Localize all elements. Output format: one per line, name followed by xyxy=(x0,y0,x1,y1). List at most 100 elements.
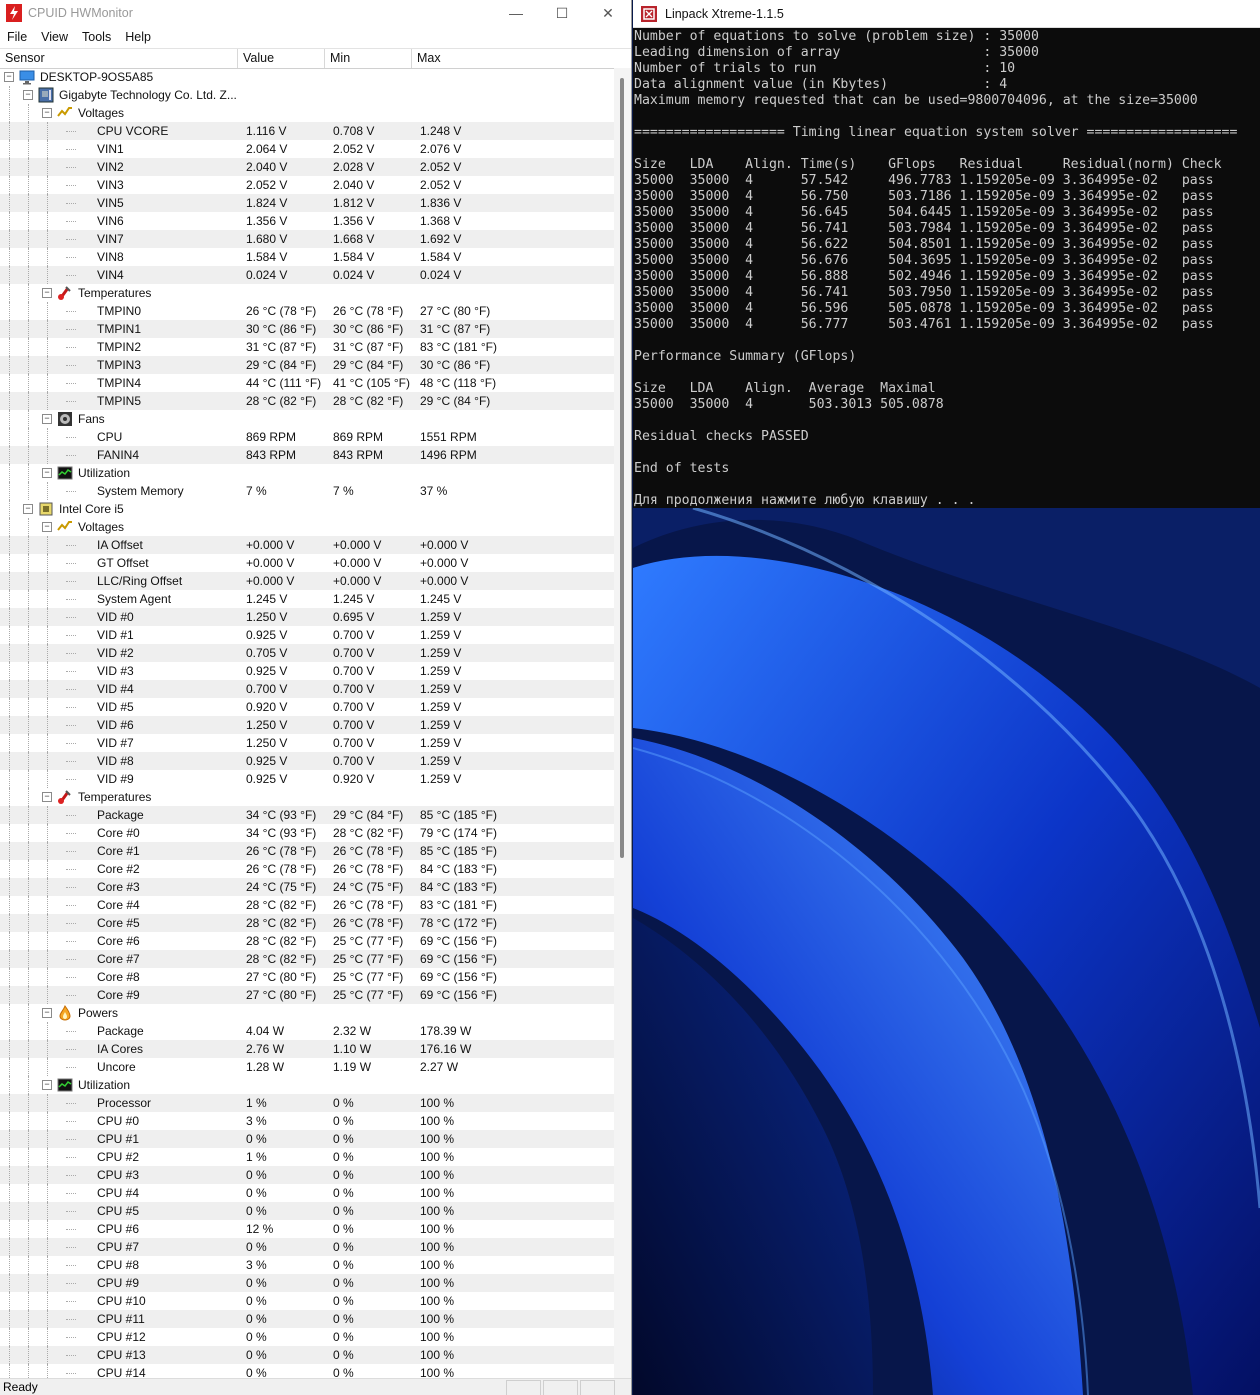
sensor-group-node[interactable]: − Utilization xyxy=(0,464,614,482)
sensor-row[interactable]: CPU #1 0 % 0 % 100 % xyxy=(0,1130,614,1148)
sensor-row[interactable]: Core #7 28 °C (82 °F) 25 °C (77 °F) 69 °C (… xyxy=(0,950,614,968)
sensor-row[interactable]: VID #4 0.700 V 0.700 V 1.259 V xyxy=(0,680,614,698)
column-max[interactable]: Max xyxy=(412,49,631,68)
sensor-row[interactable]: CPU #8 3 % 0 % 100 % xyxy=(0,1256,614,1274)
sensor-group-node[interactable]: − Fans xyxy=(0,410,614,428)
sensor-group-node[interactable]: − Powers xyxy=(0,1004,614,1022)
close-button[interactable]: ✕ xyxy=(585,0,631,26)
sensor-row[interactable]: VID #7 1.250 V 0.700 V 1.259 V xyxy=(0,734,614,752)
collapse-toggle-icon[interactable]: − xyxy=(4,72,14,82)
sensor-row[interactable]: CPU #4 0 % 0 % 100 % xyxy=(0,1184,614,1202)
sensor-row[interactable]: VIN8 1.584 V 1.584 V 1.584 V xyxy=(0,248,614,266)
sensor-row[interactable]: CPU VCORE 1.116 V 0.708 V 1.248 V xyxy=(0,122,614,140)
sensor-row[interactable]: CPU #11 0 % 0 % 100 % xyxy=(0,1310,614,1328)
sensor-row[interactable]: VID #5 0.920 V 0.700 V 1.259 V xyxy=(0,698,614,716)
sensor-row[interactable]: CPU #10 0 % 0 % 100 % xyxy=(0,1292,614,1310)
sensor-row[interactable]: VID #6 1.250 V 0.700 V 1.259 V xyxy=(0,716,614,734)
sensor-row[interactable]: Core #1 26 °C (78 °F) 26 °C (78 °F) 85 °C (… xyxy=(0,842,614,860)
sensor-tree[interactable]: − DESKTOP-9OS5A85− Gigabyte Technology Co.… xyxy=(0,68,614,1378)
menu-help[interactable]: Help xyxy=(118,30,158,44)
sensor-row[interactable]: CPU #9 0 % 0 % 100 % xyxy=(0,1274,614,1292)
sensor-row[interactable]: CPU #0 3 % 0 % 100 % xyxy=(0,1112,614,1130)
collapse-toggle-icon[interactable]: − xyxy=(42,108,52,118)
sensor-row[interactable]: CPU #12 0 % 0 % 100 % xyxy=(0,1328,614,1346)
sensor-row[interactable]: TMPIN4 44 °C (111 °F) 41 °C (105 °F) 48 °C … xyxy=(0,374,614,392)
sensor-row[interactable]: VIN3 2.052 V 2.040 V 2.052 V xyxy=(0,176,614,194)
sensor-group-node[interactable]: − Voltages xyxy=(0,104,614,122)
menu-tools[interactable]: Tools xyxy=(75,30,118,44)
sensor-row[interactable]: TMPIN0 26 °C (78 °F) 26 °C (78 °F) 27 °C (8… xyxy=(0,302,614,320)
collapse-toggle-icon[interactable]: − xyxy=(42,414,52,424)
sensor-row[interactable]: Uncore 1.28 W 1.19 W 2.27 W xyxy=(0,1058,614,1076)
sensor-row[interactable]: VIN5 1.824 V 1.812 V 1.836 V xyxy=(0,194,614,212)
sensor-row[interactable]: VIN1 2.064 V 2.052 V 2.076 V xyxy=(0,140,614,158)
sensor-row[interactable]: TMPIN1 30 °C (86 °F) 30 °C (86 °F) 31 °C (8… xyxy=(0,320,614,338)
sensor-row[interactable]: Package 34 °C (93 °F) 29 °C (84 °F) 85 °C (… xyxy=(0,806,614,824)
sensor-row[interactable]: System Agent 1.245 V 1.245 V 1.245 V xyxy=(0,590,614,608)
column-min[interactable]: Min xyxy=(325,49,412,68)
sensor-row[interactable]: VIN6 1.356 V 1.356 V 1.368 V xyxy=(0,212,614,230)
hwmonitor-titlebar[interactable]: CPUID HWMonitor — ☐ ✕ xyxy=(0,0,631,26)
sensor-row[interactable]: CPU #6 12 % 0 % 100 % xyxy=(0,1220,614,1238)
sensor-row[interactable]: CPU #7 0 % 0 % 100 % xyxy=(0,1238,614,1256)
sensor-row[interactable]: CPU 869 RPM 869 RPM 1551 RPM xyxy=(0,428,614,446)
sensor-row[interactable]: VID #1 0.925 V 0.700 V 1.259 V xyxy=(0,626,614,644)
collapse-toggle-icon[interactable]: − xyxy=(42,1008,52,1018)
collapse-toggle-icon[interactable]: − xyxy=(42,522,52,532)
column-sensor[interactable]: Sensor xyxy=(0,49,238,68)
sensor-row[interactable]: VID #0 1.250 V 0.695 V 1.259 V xyxy=(0,608,614,626)
sensor-row[interactable]: IA Cores 2.76 W 1.10 W 176.16 W xyxy=(0,1040,614,1058)
maximize-button[interactable]: ☐ xyxy=(539,0,585,26)
menu-file[interactable]: File xyxy=(0,30,34,44)
sensor-row[interactable]: CPU #3 0 % 0 % 100 % xyxy=(0,1166,614,1184)
collapse-toggle-icon[interactable]: − xyxy=(42,288,52,298)
sensor-row[interactable]: Package 4.04 W 2.32 W 178.39 W xyxy=(0,1022,614,1040)
sensor-row[interactable]: VID #3 0.925 V 0.700 V 1.259 V xyxy=(0,662,614,680)
sensor-group-node[interactable]: − Temperatures xyxy=(0,284,614,302)
sensor-row[interactable]: Processor 1 % 0 % 100 % xyxy=(0,1094,614,1112)
sensor-row[interactable]: System Memory 7 % 7 % 37 % xyxy=(0,482,614,500)
minimize-button[interactable]: — xyxy=(493,0,539,26)
sensor-row[interactable]: TMPIN2 31 °C (87 °F) 31 °C (87 °F) 83 °C (1… xyxy=(0,338,614,356)
collapse-toggle-icon[interactable]: − xyxy=(42,1080,52,1090)
sensor-row[interactable]: TMPIN3 29 °C (84 °F) 29 °C (84 °F) 30 °C (8… xyxy=(0,356,614,374)
sensor-row[interactable]: VIN7 1.680 V 1.668 V 1.692 V xyxy=(0,230,614,248)
device-node[interactable]: − DESKTOP-9OS5A85 xyxy=(0,68,614,86)
sensor-row[interactable]: CPU #13 0 % 0 % 100 % xyxy=(0,1346,614,1364)
sensor-row[interactable]: LLC/Ring Offset +0.000 V +0.000 V +0.000 V xyxy=(0,572,614,590)
sensor-row[interactable]: Core #3 24 °C (75 °F) 24 °C (75 °F) 84 °C (… xyxy=(0,878,614,896)
sensor-row[interactable]: VID #9 0.925 V 0.920 V 1.259 V xyxy=(0,770,614,788)
device-node[interactable]: − Gigabyte Technology Co. Ltd. Z... xyxy=(0,86,614,104)
sensor-row[interactable]: TMPIN5 28 °C (82 °F) 28 °C (82 °F) 29 °C (8… xyxy=(0,392,614,410)
column-value[interactable]: Value xyxy=(238,49,325,68)
sensor-row[interactable]: VIN4 0.024 V 0.024 V 0.024 V xyxy=(0,266,614,284)
linpack-titlebar[interactable]: Linpack Xtreme-1.1.5 xyxy=(633,0,1260,28)
sensor-row[interactable]: CPU #2 1 % 0 % 100 % xyxy=(0,1148,614,1166)
vertical-scrollbar[interactable] xyxy=(614,68,631,1378)
device-node[interactable]: − Intel Core i5 xyxy=(0,500,614,518)
sensor-row[interactable]: Core #5 28 °C (82 °F) 26 °C (78 °F) 78 °C (… xyxy=(0,914,614,932)
menu-view[interactable]: View xyxy=(34,30,75,44)
sensor-row[interactable]: GT Offset +0.000 V +0.000 V +0.000 V xyxy=(0,554,614,572)
sensor-row[interactable]: VID #8 0.925 V 0.700 V 1.259 V xyxy=(0,752,614,770)
collapse-toggle-icon[interactable]: − xyxy=(23,90,33,100)
sensor-row[interactable]: IA Offset +0.000 V +0.000 V +0.000 V xyxy=(0,536,614,554)
sensor-group-node[interactable]: − Temperatures xyxy=(0,788,614,806)
sensor-row[interactable]: Core #0 34 °C (93 °F) 28 °C (82 °F) 79 °C (… xyxy=(0,824,614,842)
collapse-toggle-icon[interactable]: − xyxy=(23,504,33,514)
sensor-group-node[interactable]: − Utilization xyxy=(0,1076,614,1094)
sensor-row[interactable]: Core #6 28 °C (82 °F) 25 °C (77 °F) 69 °C (… xyxy=(0,932,614,950)
sensor-row[interactable]: Core #8 27 °C (80 °F) 25 °C (77 °F) 69 °C (… xyxy=(0,968,614,986)
sensor-row[interactable]: CPU #14 0 % 0 % 100 % xyxy=(0,1364,614,1378)
sensor-group-node[interactable]: − Voltages xyxy=(0,518,614,536)
sensor-row[interactable]: Core #4 28 °C (82 °F) 26 °C (78 °F) 83 °C (… xyxy=(0,896,614,914)
sensor-row[interactable]: Core #2 26 °C (78 °F) 26 °C (78 °F) 84 °C (… xyxy=(0,860,614,878)
sensor-row[interactable]: VIN2 2.040 V 2.028 V 2.052 V xyxy=(0,158,614,176)
scrollbar-thumb[interactable] xyxy=(620,78,624,858)
sensor-row[interactable]: FANIN4 843 RPM 843 RPM 1496 RPM xyxy=(0,446,614,464)
collapse-toggle-icon[interactable]: − xyxy=(42,792,52,802)
sensor-row[interactable]: Core #9 27 °C (80 °F) 25 °C (77 °F) 69 °C (… xyxy=(0,986,614,1004)
sensor-row[interactable]: VID #2 0.705 V 0.700 V 1.259 V xyxy=(0,644,614,662)
collapse-toggle-icon[interactable]: − xyxy=(42,468,52,478)
console-output[interactable]: Number of equations to solve (problem si… xyxy=(633,28,1260,508)
